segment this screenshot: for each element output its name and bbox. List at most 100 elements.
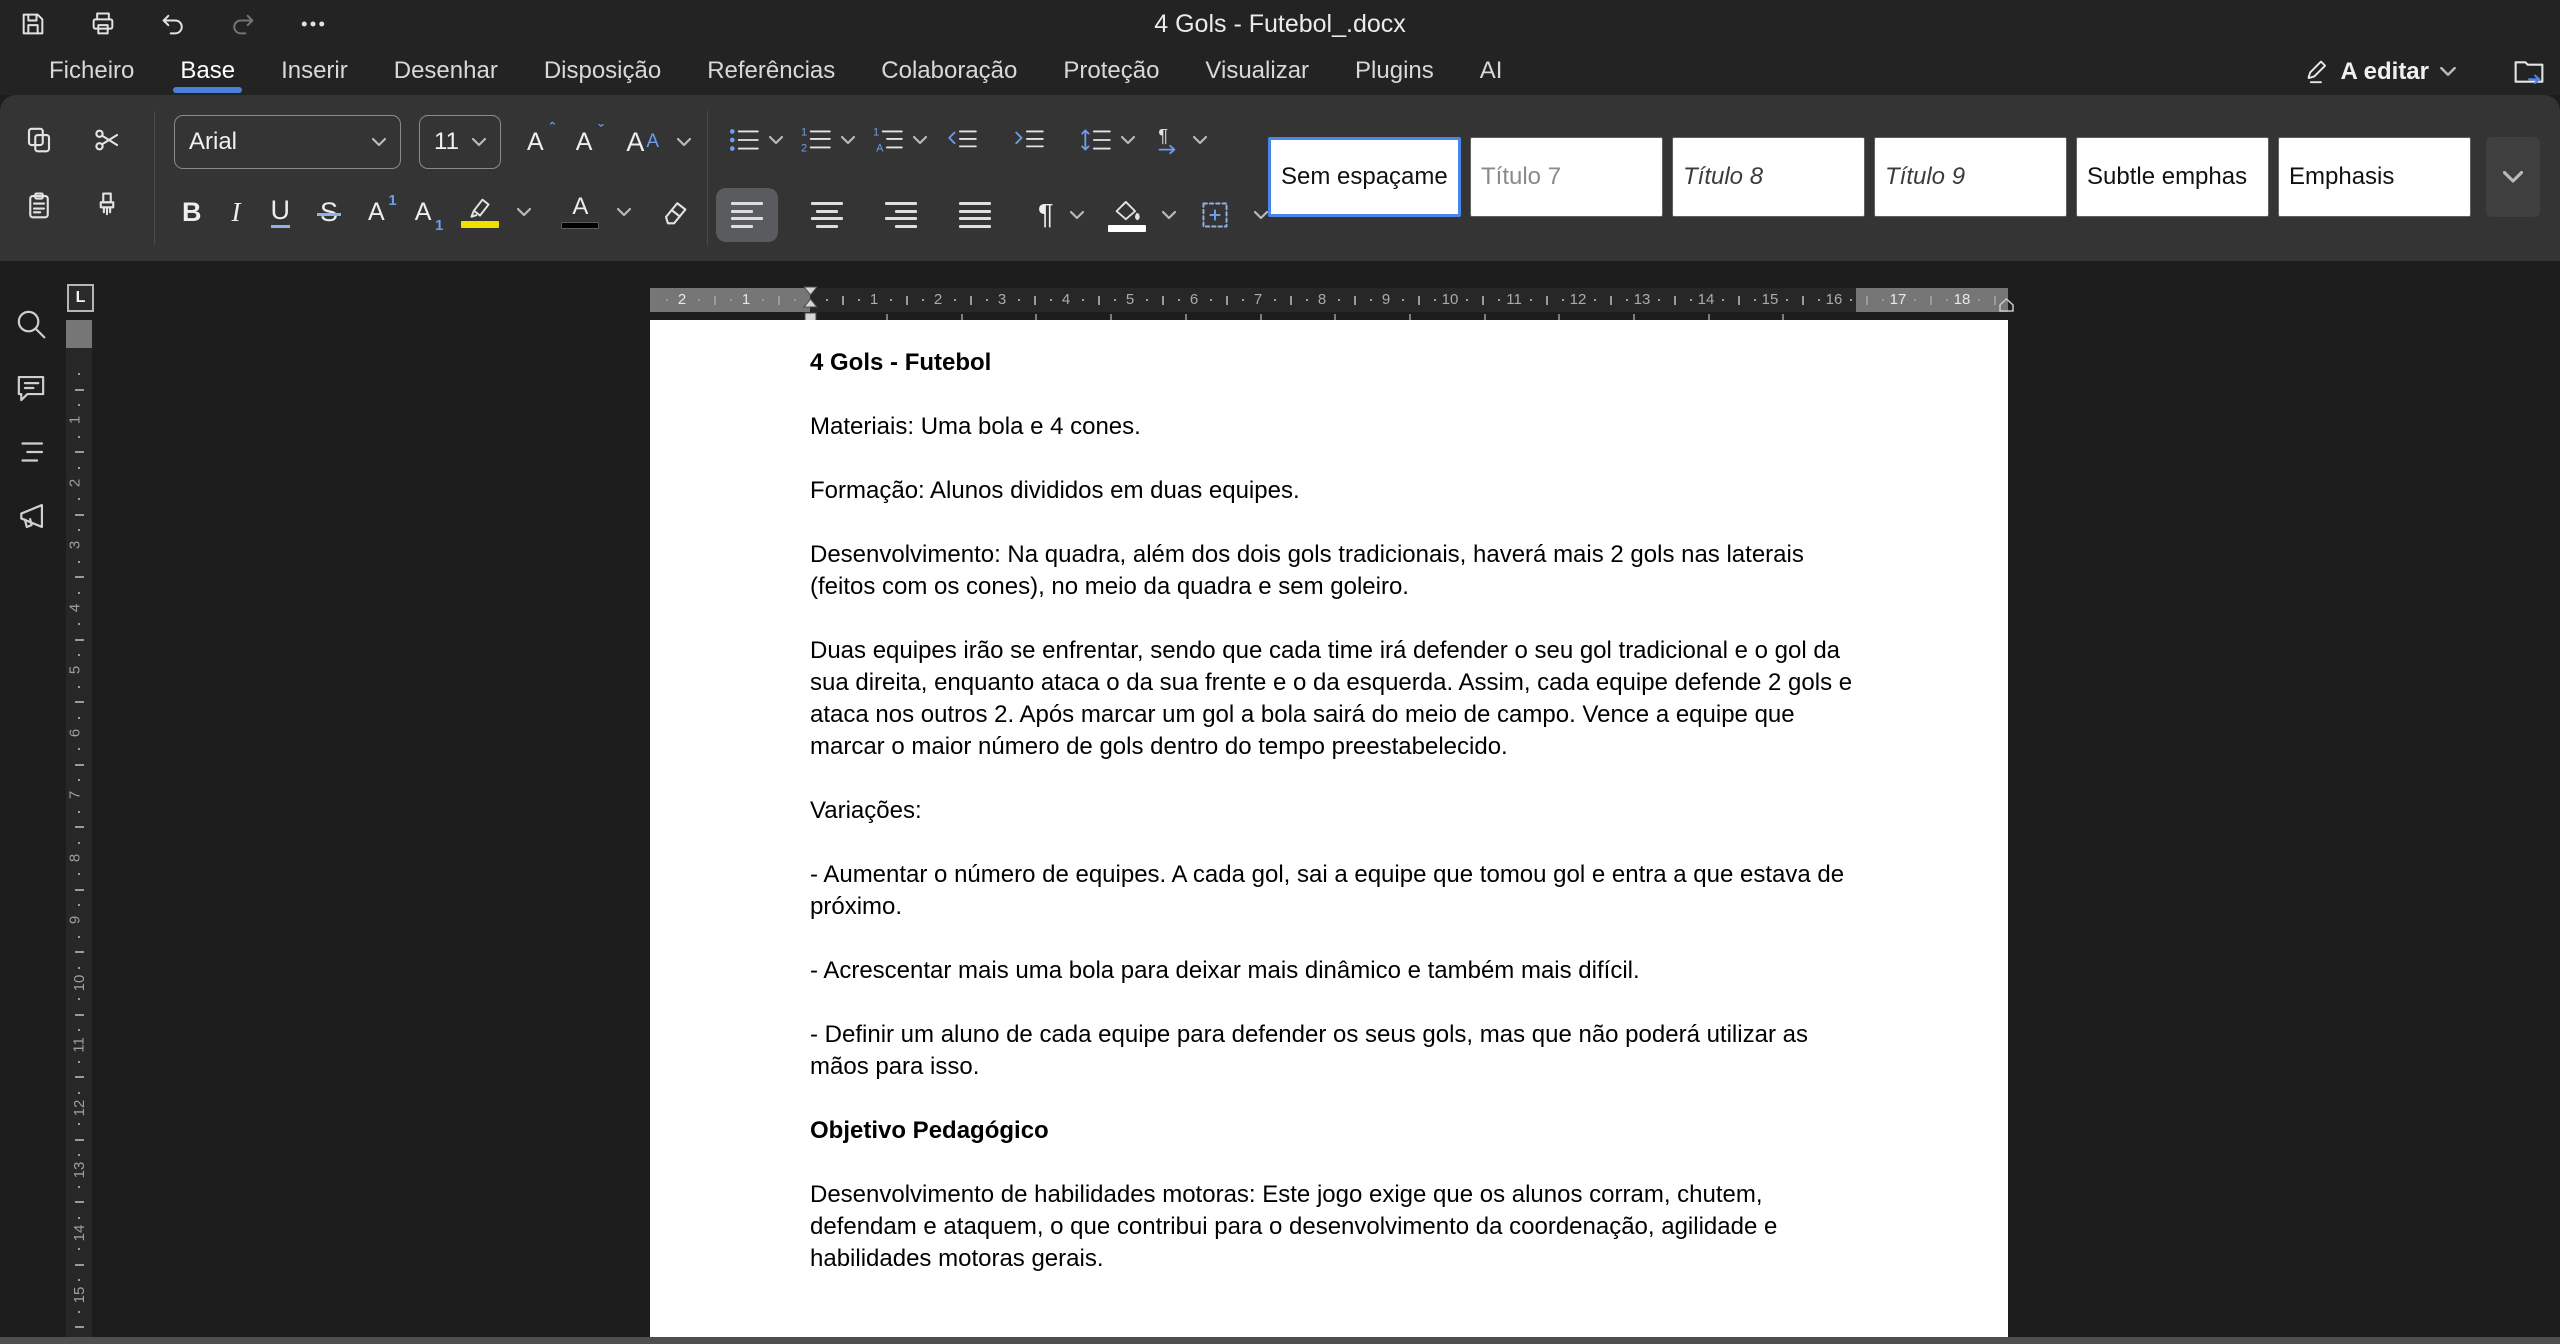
menu-item-visualizar[interactable]: Visualizar: [1182, 48, 1332, 95]
borders-button[interactable]: [1200, 200, 1230, 230]
ruler-number: 1: [67, 416, 84, 424]
paragraph-direction-button[interactable]: ¶: [1152, 125, 1184, 155]
style-chip-5[interactable]: Subtle emphas: [2076, 137, 2269, 217]
cut-button[interactable]: [92, 125, 122, 155]
menu-item-protecao[interactable]: Proteção: [1040, 48, 1182, 95]
announcements-button[interactable]: [14, 499, 50, 535]
doc-paragraph[interactable]: Desenvolvimento de habilidades motoras: …: [810, 1179, 1863, 1275]
grow-font-button[interactable]: A ˆ: [527, 128, 544, 157]
edit-mode-selector[interactable]: A editar: [2303, 48, 2456, 95]
save-button[interactable]: [18, 9, 48, 39]
menu-item-base[interactable]: Base: [157, 48, 258, 95]
superscript-button[interactable]: A 1: [368, 198, 385, 227]
formatting-marks-button[interactable]: ¶: [1038, 201, 1054, 230]
ruler-tick: [698, 299, 700, 301]
paste-button[interactable]: [24, 191, 54, 221]
menu-item-plugins[interactable]: Plugins: [1332, 48, 1457, 95]
doc-paragraph[interactable]: - Acrescentar mais uma bola para deixar …: [810, 955, 1863, 987]
increase-indent-button[interactable]: [1013, 125, 1045, 155]
doc-paragraph[interactable]: Variações:: [810, 795, 1863, 827]
right-indent-marker[interactable]: [1998, 298, 2015, 317]
menu-item-inserir[interactable]: Inserir: [258, 48, 371, 95]
subscript-button[interactable]: A 1: [415, 198, 432, 227]
clear-formatting-button[interactable]: [661, 197, 691, 227]
style-chip-1[interactable]: Sem espaçame: [1268, 137, 1461, 217]
outline-button[interactable]: [14, 435, 50, 471]
search-button[interactable]: [14, 307, 50, 343]
bold-button[interactable]: B: [182, 199, 202, 226]
strikethrough-button[interactable]: S: [320, 199, 338, 226]
shrink-font-button[interactable]: A ˇ: [576, 128, 593, 157]
doc-paragraph[interactable]: - Definir um aluno de cada equipe para d…: [810, 1019, 1863, 1083]
style-gallery-expand-button[interactable]: [2486, 137, 2540, 217]
menu-item-ficheiro[interactable]: Ficheiro: [26, 48, 157, 95]
multilevel-list-button[interactable]: 1 A: [872, 125, 904, 155]
style-chip-6[interactable]: Emphasis: [2278, 137, 2471, 217]
align-center-button[interactable]: [802, 198, 852, 232]
comments-button[interactable]: [14, 371, 50, 407]
underline-button[interactable]: U: [271, 197, 291, 228]
highlight-color-dropdown[interactable]: [517, 208, 531, 217]
font-name-select[interactable]: Arial: [174, 115, 401, 169]
shading-button[interactable]: [1108, 198, 1146, 232]
italic-button[interactable]: I: [232, 199, 241, 226]
ruler-tick: [1658, 299, 1660, 301]
style-chip-3[interactable]: Título 8: [1672, 137, 1865, 217]
ruler-tick: [75, 1201, 84, 1203]
document-page[interactable]: 4 Gols - Futebol Materiais: Uma bola e 4 …: [650, 320, 2008, 1337]
borders-dropdown[interactable]: [1254, 211, 1268, 220]
doc-paragraph[interactable]: Materiais: Uma bola e 4 cones.: [810, 411, 1863, 443]
paragraph-direction-dropdown[interactable]: [1193, 136, 1207, 145]
line-spacing-dropdown[interactable]: [1121, 136, 1135, 145]
redo-button[interactable]: [228, 9, 258, 39]
formatting-marks-dropdown[interactable]: [1070, 211, 1084, 220]
justify-button[interactable]: [950, 198, 1000, 232]
tab-stop-selector[interactable]: L: [67, 284, 94, 312]
format-painter-button[interactable]: [92, 191, 122, 221]
line-spacing-button[interactable]: [1080, 125, 1112, 155]
menu-item-referencias[interactable]: Referências: [684, 48, 858, 95]
toolbar: Arial 11 A ˆ A ˇ AA B I U S A 1 A 1: [0, 95, 2560, 261]
more-actions-button[interactable]: [298, 9, 328, 39]
doc-paragraph[interactable]: Formação: Alunos divididos em duas equip…: [810, 475, 1863, 507]
style-chip-4[interactable]: Título 9: [1874, 137, 2067, 217]
highlight-color-button[interactable]: [461, 196, 499, 228]
ruler-tick: [75, 576, 84, 578]
doc-paragraph[interactable]: - Aumentar o número de equipes. A cada g…: [810, 859, 1863, 923]
change-case-button[interactable]: AA: [626, 127, 659, 158]
style-chip-2[interactable]: Título 7: [1470, 137, 1663, 217]
open-file-location-button[interactable]: [2512, 55, 2546, 89]
doc-paragraph[interactable]: Duas equipes irão se enfrentar, sendo qu…: [810, 635, 1863, 763]
document-content[interactable]: 4 Gols - Futebol Materiais: Uma bola e 4 …: [650, 320, 2008, 1275]
font-color-button[interactable]: A: [561, 195, 599, 229]
doc-paragraph[interactable]: Desenvolvimento: Na quadra, além dos doi…: [810, 539, 1863, 603]
ruler-tick: [1482, 296, 1484, 305]
print-button[interactable]: [88, 9, 118, 39]
change-case-dropdown[interactable]: [677, 138, 691, 147]
copy-button[interactable]: [24, 125, 54, 155]
doc-paragraph[interactable]: 4 Gols - Futebol: [810, 347, 1863, 379]
undo-button[interactable]: [158, 9, 188, 39]
bullet-list-dropdown[interactable]: [769, 136, 783, 145]
subscript-mark: 1: [435, 217, 443, 234]
font-color-dropdown[interactable]: [617, 208, 631, 217]
bullet-list-button[interactable]: [728, 125, 760, 155]
ruler-tick: [78, 873, 80, 875]
menu-item-desenhar[interactable]: Desenhar: [371, 48, 521, 95]
numbered-list-button[interactable]: 1 2: [800, 125, 832, 155]
align-left-button[interactable]: [716, 188, 778, 242]
vertical-ruler[interactable]: 123456789101112131415: [66, 320, 92, 1340]
decrease-indent-button[interactable]: [946, 125, 978, 155]
align-right-button[interactable]: [876, 198, 926, 232]
shading-dropdown[interactable]: [1162, 211, 1176, 220]
ruler-tick: [1562, 299, 1564, 301]
case-small-glyph: A: [646, 131, 659, 153]
font-size-select[interactable]: 11: [419, 115, 501, 169]
menu-item-colaboracao[interactable]: Colaboração: [858, 48, 1040, 95]
doc-paragraph[interactable]: Objetivo Pedagógico: [810, 1115, 1863, 1147]
multilevel-list-dropdown[interactable]: [913, 136, 927, 145]
menu-item-ai[interactable]: AI: [1457, 48, 1526, 95]
horizontal-ruler[interactable]: 21123456789101112131415161718: [650, 288, 2008, 312]
menu-item-disposicao[interactable]: Disposição: [521, 48, 684, 95]
numbered-list-dropdown[interactable]: [841, 136, 855, 145]
